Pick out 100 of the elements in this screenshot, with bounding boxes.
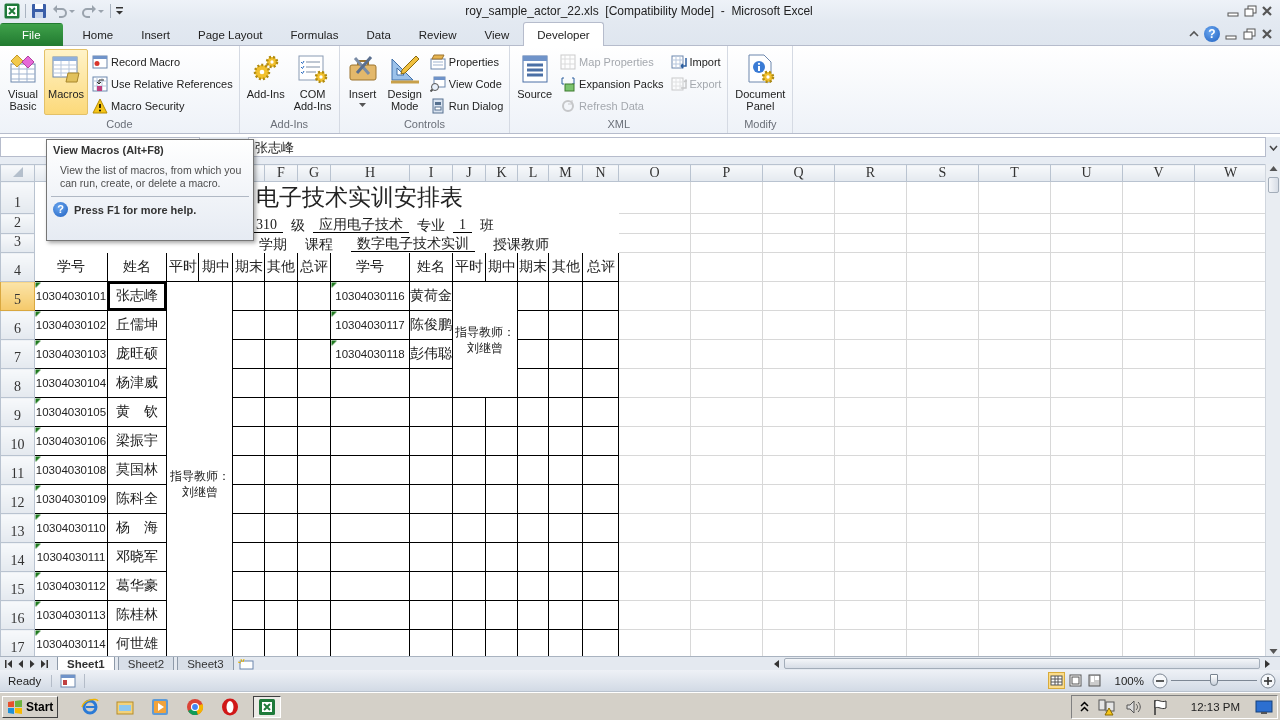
row-header[interactable]: 12 [0,484,35,514]
customize-icon[interactable] [116,6,124,16]
restore-icon[interactable] [1243,4,1257,18]
scroll-thumb[interactable] [784,658,1260,669]
zoom-in-icon[interactable] [1260,672,1276,689]
row-header[interactable]: 8 [0,368,35,398]
column-header[interactable]: M [548,164,583,182]
sheet-tab[interactable]: Sheet1 [57,657,115,670]
ribbon-button[interactable]: Source [513,49,557,115]
ribbon-button[interactable]: COM Add-Ins [289,49,336,115]
formula-field[interactable]: 张志峰 [248,137,1266,157]
vertical-scrollbar[interactable] [1265,164,1280,656]
restore-icon[interactable] [1242,27,1256,41]
ribbon-tab[interactable]: Review [404,23,471,46]
column-header[interactable]: K [485,164,518,182]
column-header[interactable]: R [834,164,907,182]
column-header[interactable]: Q [762,164,835,182]
column-header[interactable]: J [452,164,486,182]
chevron-up-icon[interactable] [1079,700,1089,713]
ribbon-button[interactable]: Import [667,51,725,73]
ribbon-button[interactable]: Use Relative References [89,73,236,95]
row-header[interactable]: 11 [0,455,35,485]
row-header[interactable]: 16 [0,600,35,630]
column-header[interactable]: L [517,164,549,182]
row-header[interactable]: 10 [0,426,35,456]
scroll-thumb[interactable] [1267,177,1279,193]
column-header[interactable]: N [582,164,619,182]
ribbon-button[interactable]: Insert [342,49,383,115]
scroll-left-icon[interactable] [772,658,782,669]
save-icon[interactable] [31,3,47,19]
scroll-right-icon[interactable] [1262,658,1272,669]
spreadsheet-app-icon[interactable] [4,3,20,19]
row-header[interactable]: 14 [0,542,35,572]
zoom-out-icon[interactable] [1152,672,1168,689]
ribbon-tab[interactable]: Data [352,23,405,46]
column-header[interactable]: H [330,164,410,182]
ribbon-button[interactable]: Macro Security [89,95,236,117]
ribbon-button[interactable]: Run Dialog [426,95,507,117]
row-header[interactable]: 15 [0,571,35,601]
ribbon-tab[interactable]: Home [68,23,128,46]
close-icon[interactable] [1260,27,1274,41]
last-sheet-icon[interactable] [41,658,49,669]
first-sheet-icon[interactable] [5,658,13,669]
file-tab[interactable]: File [0,23,63,46]
record-macro-icon[interactable] [60,673,77,688]
spreadsheet-app-icon [258,697,277,716]
previous-sheet-icon[interactable] [17,658,25,669]
zoom-slider[interactable] [1210,674,1218,686]
show-desktop-icon[interactable] [1255,698,1273,715]
view-button[interactable] [1066,672,1084,689]
ribbon-tab[interactable]: Page Layout [184,23,277,46]
column-header[interactable]: S [906,164,979,182]
taskbar-app[interactable] [253,695,282,718]
column-header[interactable]: P [690,164,763,182]
column-header[interactable]: W [1194,164,1265,182]
ribbon-button[interactable]: Document Panel [731,49,790,115]
sheet-tab[interactable]: Sheet3 [177,657,234,670]
row-header[interactable]: 2 [0,213,35,234]
start-button[interactable]: Start [2,695,59,718]
row-header[interactable]: 9 [0,397,35,427]
ribbon-button[interactable]: Properties [426,51,507,73]
sheet-tab[interactable]: Sheet2 [117,657,175,670]
flag-icon[interactable] [1151,697,1168,716]
row-header[interactable]: 13 [0,513,35,543]
close-icon[interactable] [1260,4,1274,18]
ribbon-button[interactable]: Record Macro [89,51,236,73]
row-header[interactable]: 6 [0,310,35,340]
zoom-level[interactable]: 100% [1114,674,1144,687]
column-header[interactable]: G [297,164,331,182]
column-header[interactable]: T [978,164,1051,182]
next-sheet-icon[interactable] [29,658,37,669]
ribbon-tab[interactable]: View [470,23,524,46]
view-button[interactable] [1047,672,1065,689]
ribbon-tab[interactable]: Insert [127,23,184,46]
column-header[interactable]: V [1122,164,1195,182]
column-heading: 其他 [548,252,583,282]
row-header[interactable]: 1 [0,181,35,214]
expand-icon[interactable] [1268,145,1278,151]
row-header[interactable]: 7 [0,339,35,369]
ribbon-button[interactable]: Expansion Packs [557,73,667,95]
record-macro-icon [92,54,109,70]
scroll-up-icon[interactable] [1268,164,1278,174]
ribbon-tab[interactable]: Developer [523,22,604,46]
row-header[interactable]: 17 [0,629,35,656]
table-cell: 10304030110 [34,513,108,543]
view-button[interactable] [1085,672,1103,689]
ribbon-tab[interactable]: Formulas [276,23,353,46]
ribbon-button[interactable]: Add-Ins [242,49,289,115]
ribbon-button[interactable]: Visual Basic [3,49,43,115]
column-header[interactable]: U [1050,164,1123,182]
column-header[interactable]: I [409,164,453,182]
column-header[interactable]: O [618,164,691,182]
group-label: XML [606,117,632,132]
ribbon-button[interactable]: Macros [44,49,89,115]
column-header[interactable]: F [264,164,298,182]
row-header[interactable]: 5 [0,281,35,311]
row-header[interactable]: 4 [0,252,35,282]
ribbon-button[interactable]: Design Mode [383,49,426,115]
ribbon-button[interactable]: View Code [426,73,507,95]
network-warning-icon[interactable] [1097,697,1116,716]
